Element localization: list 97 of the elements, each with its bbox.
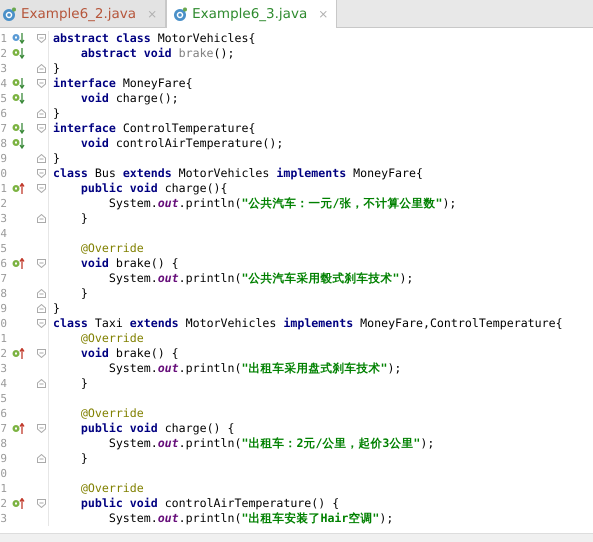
file-tab[interactable]: Example6_2.java × bbox=[0, 0, 166, 27]
code-line: @Override bbox=[80, 241, 144, 256]
line-number: 9 bbox=[0, 302, 7, 315]
interface-down-arrow-icon[interactable] bbox=[12, 48, 25, 59]
interface-down-arrow-icon[interactable] bbox=[12, 138, 25, 149]
code-line: void brake() { bbox=[80, 346, 179, 361]
line-number: 3 bbox=[0, 362, 7, 375]
code-line: @Override bbox=[80, 331, 144, 346]
line-number: 2 bbox=[0, 197, 7, 210]
line-number: 5 bbox=[0, 242, 7, 255]
code-line: } bbox=[52, 61, 60, 76]
line-number: 1 bbox=[0, 32, 7, 45]
code-line: System.out.println("出租车：2元/公里，起价3公里"); bbox=[108, 436, 434, 451]
fold-icon[interactable] bbox=[37, 304, 46, 313]
line-number: 7 bbox=[0, 122, 7, 135]
code-line: public void charge() { bbox=[80, 421, 234, 436]
class-down-arrow-icon[interactable] bbox=[12, 33, 25, 44]
code-line: } bbox=[80, 211, 88, 226]
code-line: } bbox=[52, 151, 60, 166]
line-number: 0 bbox=[0, 467, 7, 480]
code-line: System.out.println("出租车安装了Hair空调"); bbox=[108, 511, 394, 526]
override-up-arrow-icon[interactable] bbox=[12, 348, 25, 359]
fold-icon[interactable] bbox=[37, 379, 46, 388]
fold-icon[interactable] bbox=[37, 454, 46, 463]
code-line: } bbox=[52, 301, 60, 316]
close-icon[interactable]: × bbox=[318, 7, 328, 21]
code-line: abstract class MotorVehicles{ bbox=[52, 31, 256, 46]
line-number: 2 bbox=[0, 347, 7, 360]
override-up-arrow-icon[interactable] bbox=[12, 258, 25, 269]
code-line: public void controlAirTemperature() { bbox=[80, 496, 340, 511]
code-line: public void charge(){ bbox=[80, 181, 228, 196]
fold-icon[interactable] bbox=[37, 169, 46, 178]
line-number: 3 bbox=[0, 62, 7, 75]
line-number: 5 bbox=[0, 392, 7, 405]
override-up-arrow-icon[interactable] bbox=[12, 183, 25, 194]
fold-icon[interactable] bbox=[37, 499, 46, 508]
fold-icon[interactable] bbox=[37, 214, 46, 223]
code-line: } bbox=[80, 286, 88, 301]
code-line: @Override bbox=[80, 406, 144, 421]
code-line: } bbox=[52, 106, 60, 121]
code-line: class Taxi extends MotorVehicles implements MoneyFare,ControlTemperature{ bbox=[52, 316, 563, 331]
fold-icon[interactable] bbox=[37, 319, 46, 328]
code-line: System.out.println("公共汽车：一元/张，不计算公里数"); bbox=[108, 196, 456, 211]
line-number: 8 bbox=[0, 287, 7, 300]
code-line: interface ControlTemperature{ bbox=[52, 121, 256, 136]
line-number: 0 bbox=[0, 167, 7, 180]
fold-icon[interactable] bbox=[37, 154, 46, 163]
fold-icon[interactable] bbox=[37, 289, 46, 298]
line-number: 9 bbox=[0, 152, 7, 165]
fold-icon[interactable] bbox=[37, 34, 46, 43]
line-number: 0 bbox=[0, 317, 7, 330]
override-up-arrow-icon[interactable] bbox=[12, 498, 25, 509]
code-line: System.out.println("公共汽车采用毂式刹车技术"); bbox=[108, 271, 414, 286]
interface-down-arrow-icon[interactable] bbox=[12, 93, 25, 104]
fold-icon[interactable] bbox=[37, 424, 46, 433]
fold-icon[interactable] bbox=[37, 109, 46, 118]
line-number: 9 bbox=[0, 452, 7, 465]
line-number: 5 bbox=[0, 92, 7, 105]
java-class-icon bbox=[2, 6, 16, 20]
line-number: 8 bbox=[0, 437, 7, 450]
fold-icon[interactable] bbox=[37, 79, 46, 88]
line-number: 3 bbox=[0, 212, 7, 225]
fold-icon[interactable] bbox=[37, 349, 46, 358]
line-number: 4 bbox=[0, 377, 7, 390]
code-line: } bbox=[80, 376, 88, 391]
override-up-arrow-icon[interactable] bbox=[12, 423, 25, 434]
line-number: 1 bbox=[0, 182, 7, 195]
code-line: class Bus extends MotorVehicles implements MoneyFare{ bbox=[52, 166, 423, 181]
file-tab[interactable]: Example6_3.java × bbox=[166, 0, 338, 28]
fold-icon[interactable] bbox=[37, 64, 46, 73]
line-number: 7 bbox=[0, 272, 7, 285]
line-number: 3 bbox=[0, 512, 7, 525]
line-number: 4 bbox=[0, 227, 7, 240]
line-number: 4 bbox=[0, 77, 7, 90]
line-number: 6 bbox=[0, 107, 7, 120]
code-line: abstract void brake(); bbox=[80, 46, 234, 61]
line-number: 1 bbox=[0, 482, 7, 495]
java-class-icon bbox=[173, 7, 188, 21]
line-number: 2 bbox=[0, 47, 7, 60]
line-number: 8 bbox=[0, 137, 7, 150]
fold-icon[interactable] bbox=[37, 259, 46, 268]
code-line: @Override bbox=[80, 481, 144, 496]
line-number: 6 bbox=[0, 257, 7, 270]
code-line: System.out.println("出租车采用盘式刹车技术"); bbox=[108, 361, 402, 376]
line-number: 1 bbox=[0, 332, 7, 345]
interface-down-arrow-icon[interactable] bbox=[12, 78, 25, 89]
line-number: 6 bbox=[0, 407, 7, 420]
code-line: void charge(); bbox=[80, 91, 179, 106]
fold-icon[interactable] bbox=[37, 124, 46, 133]
code-line: void controlAirTemperature(); bbox=[80, 136, 284, 151]
line-number: 2 bbox=[0, 497, 7, 510]
code-line: interface MoneyFare{ bbox=[52, 76, 193, 91]
code-line: void brake() { bbox=[80, 256, 179, 271]
code-line: } bbox=[80, 451, 88, 466]
line-number: 7 bbox=[0, 422, 7, 435]
fold-icon[interactable] bbox=[37, 184, 46, 193]
interface-down-arrow-icon[interactable] bbox=[12, 123, 25, 134]
